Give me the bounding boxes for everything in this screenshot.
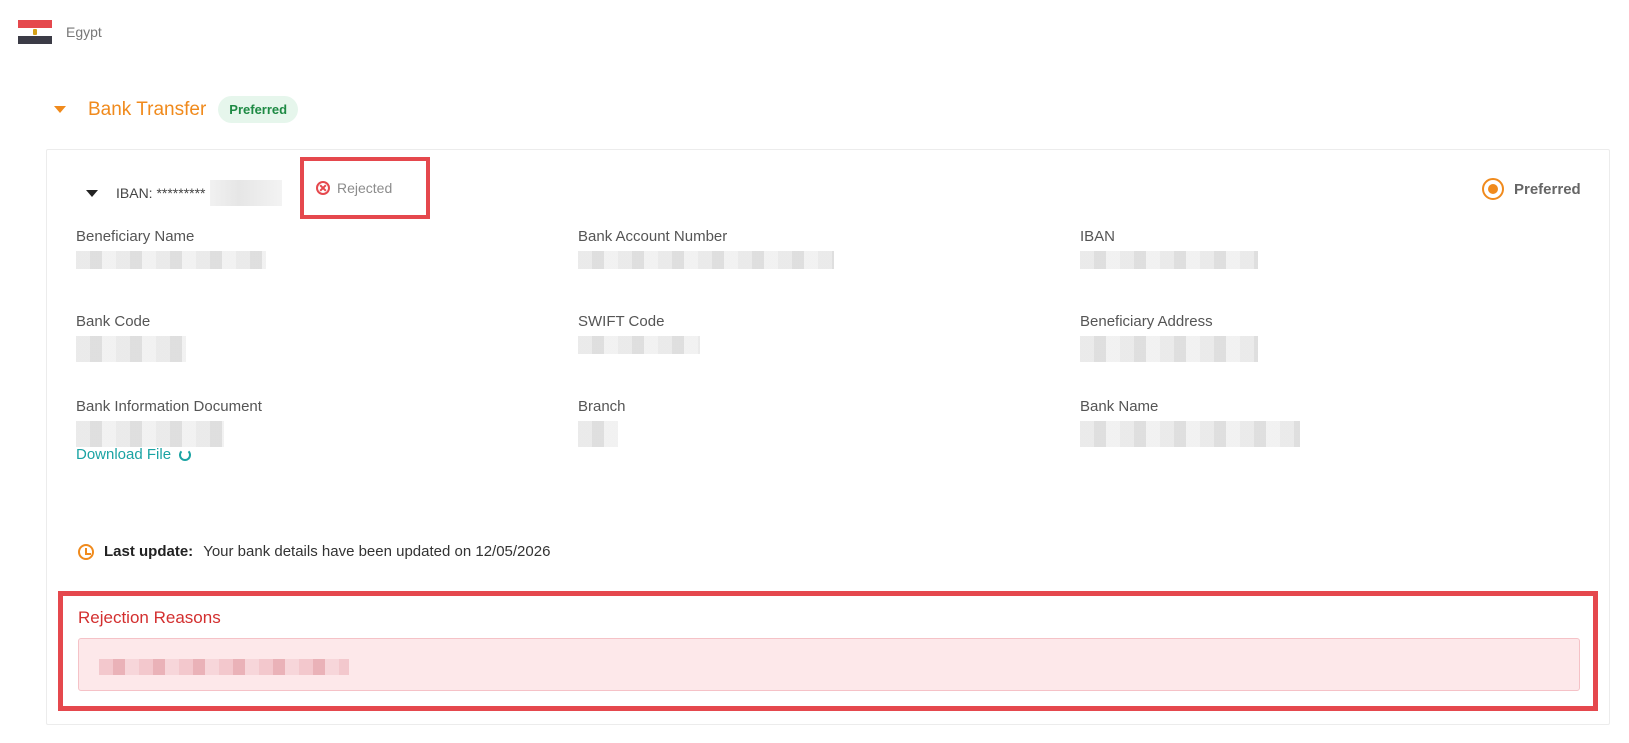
last-update-notice: Last update: Your bank details have been… [78, 543, 550, 560]
field-label: Bank Code [76, 313, 151, 330]
field-branch: Branch [578, 398, 626, 447]
radio-selected-icon[interactable] [1482, 178, 1504, 200]
field-iban: IBAN [1080, 228, 1258, 269]
caret-down-icon[interactable] [86, 189, 98, 197]
rejected-status-badge: Rejected [300, 157, 430, 219]
redacted-value [578, 421, 618, 447]
last-update-text: Your bank details have been updated on 1… [203, 543, 551, 560]
circle-x-icon [316, 181, 330, 195]
bank-transfer-section-toggle[interactable]: Bank Transfer Preferred [54, 96, 299, 123]
field-label: Beneficiary Name [76, 228, 195, 245]
download-file-link[interactable]: Download File [76, 446, 192, 463]
clock-history-icon [78, 543, 94, 560]
field-bank-code: Bank Code [76, 313, 186, 362]
section-title[interactable]: Bank Transfer [88, 99, 206, 121]
redacted-value [1080, 336, 1258, 362]
field-label: SWIFT Code [578, 313, 665, 330]
field-label: IBAN [1080, 228, 1116, 245]
redacted-value [1080, 421, 1300, 447]
status-text: Rejected [337, 180, 393, 196]
field-label: Branch [578, 398, 626, 415]
country-name: Egypt [66, 24, 102, 40]
field-label: Bank Name [1080, 398, 1159, 415]
redacted-value [578, 336, 700, 354]
field-swift-code: SWIFT Code [578, 313, 700, 354]
field-bank-information-document: Bank Information Document [76, 398, 262, 447]
iban-masked-label: IBAN: ********* [116, 185, 206, 201]
refresh-icon[interactable] [179, 448, 192, 461]
rejection-reason-field [78, 638, 1580, 691]
rejection-reasons-title: Rejection Reasons [78, 608, 221, 627]
redacted-value [76, 251, 266, 269]
download-file-label[interactable]: Download File [76, 446, 171, 463]
iban-account-toggle[interactable]: IBAN: ********* [86, 180, 282, 206]
egypt-flag-icon [18, 20, 52, 44]
preferred-radio[interactable]: Preferred [1482, 178, 1581, 200]
preferred-badge: Preferred [218, 96, 299, 123]
redacted-value [76, 421, 224, 447]
redacted-value [578, 251, 834, 269]
last-update-label: Last update: [104, 543, 194, 560]
caret-down-icon[interactable] [54, 106, 66, 113]
field-label: Bank Information Document [76, 398, 262, 415]
field-beneficiary-name: Beneficiary Name [76, 228, 266, 269]
field-beneficiary-address: Beneficiary Address [1080, 313, 1258, 362]
field-bank-account-number: Bank Account Number [578, 228, 834, 269]
country-header: Egypt [18, 20, 102, 44]
rejection-reasons-panel: Rejection Reasons [58, 591, 1598, 711]
iban-redacted [209, 180, 282, 206]
preferred-radio-label[interactable]: Preferred [1514, 181, 1581, 198]
field-label: Beneficiary Address [1080, 313, 1213, 330]
redacted-value [1080, 251, 1258, 269]
redacted-value [76, 336, 186, 362]
redacted-value [99, 659, 349, 675]
field-label: Bank Account Number [578, 228, 728, 245]
field-bank-name: Bank Name [1080, 398, 1300, 447]
